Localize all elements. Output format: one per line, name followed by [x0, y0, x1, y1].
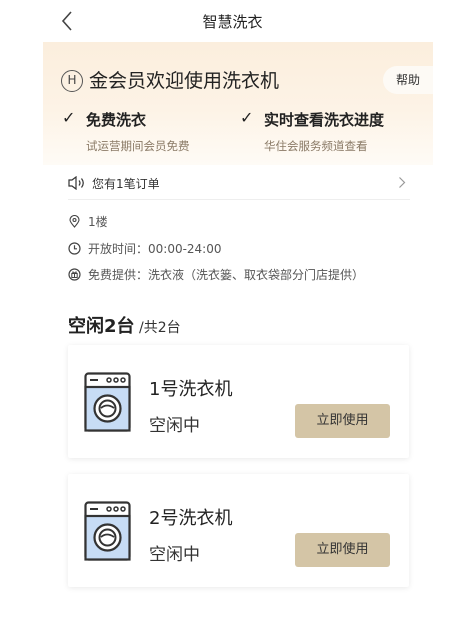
- help-button[interactable]: 帮助: [383, 66, 433, 94]
- feature-title: 免费洗衣: [86, 111, 147, 129]
- check-icon: ✓: [240, 108, 254, 127]
- machine-status: 空闲中: [149, 545, 200, 565]
- clock-icon: [68, 242, 81, 255]
- idle-count: 空闲2台: [68, 316, 135, 337]
- availability-summary: 空闲2台 /共2台: [68, 312, 181, 338]
- use-now-button[interactable]: 立即使用: [295, 404, 390, 438]
- order-notice-text: 您有1笔订单: [92, 177, 160, 191]
- location-text: 1楼: [88, 215, 108, 229]
- feature-title: 实时查看洗衣进度: [264, 111, 385, 129]
- location-pin-icon: [69, 215, 80, 228]
- washing-machine-icon: [84, 501, 131, 561]
- feature-subtitle: 试运营期间会员免费: [86, 139, 190, 153]
- machine-status: 空闲中: [149, 416, 200, 436]
- free-supply-text: 免费提供：洗衣液（洗衣篓、取衣袋部分门店提供）: [88, 268, 365, 282]
- use-now-button[interactable]: 立即使用: [295, 533, 390, 567]
- gift-icon: [68, 268, 81, 281]
- banner-headline: 金会员欢迎使用洗衣机: [89, 70, 280, 92]
- hours-text: 开放时间：00:00-24:00: [88, 242, 222, 256]
- feature-subtitle: 华住会服务频道查看: [264, 139, 368, 153]
- machine-card: 1号洗衣机 空闲中 立即使用: [68, 345, 409, 458]
- machine-card: 2号洗衣机 空闲中 立即使用: [68, 474, 409, 587]
- hotel-logo: H: [61, 70, 83, 92]
- nav-bar: 智慧洗衣: [0, 0, 465, 42]
- machine-name: 1号洗衣机: [149, 379, 233, 400]
- chevron-right-icon: [399, 177, 406, 188]
- washing-machine-icon: [84, 372, 131, 432]
- member-banner: H 金会员欢迎使用洗衣机 帮助 ✓ 免费洗衣 试运营期间会员免费 ✓ 实时查看洗…: [43, 42, 433, 165]
- machine-name: 2号洗衣机: [149, 508, 233, 529]
- check-icon: ✓: [62, 108, 76, 127]
- total-count: /共2台: [134, 320, 181, 336]
- page-title: 智慧洗衣: [202, 13, 263, 31]
- order-notice[interactable]: 您有1笔订单: [68, 170, 410, 200]
- speaker-icon: [68, 176, 84, 190]
